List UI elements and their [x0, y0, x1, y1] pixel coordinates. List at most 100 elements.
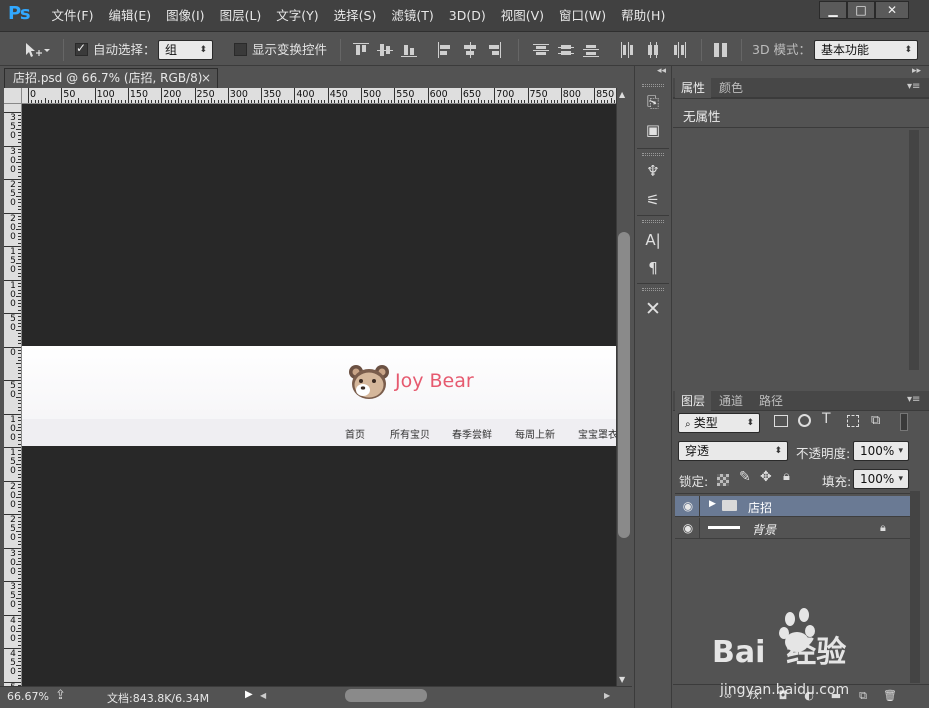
filter-toggle[interactable] — [900, 413, 908, 431]
scroll-down-icon[interactable]: ▼ — [619, 675, 625, 684]
expand-group-icon[interactable]: ▶ — [709, 499, 716, 509]
history-icon[interactable]: ⎘ — [642, 91, 664, 113]
align-hcenter-icon[interactable] — [462, 42, 478, 58]
menu-layer[interactable]: 图层(L) — [212, 0, 269, 32]
character-icon[interactable]: A| — [642, 229, 664, 251]
visibility-eye-icon[interactable]: ◉ — [681, 499, 695, 513]
ruler-tick — [427, 88, 429, 103]
menu-type[interactable]: 文字(Y) — [269, 0, 326, 32]
collapse-icon[interactable]: ◂◂ — [657, 66, 666, 76]
ruler-label: 0 — [30, 89, 37, 100]
align-top-icon[interactable] — [353, 42, 369, 58]
fill-label: 填充: — [822, 474, 852, 489]
layers-menu-icon[interactable]: ▾≡ — [907, 394, 920, 405]
vertical-scroll-thumb[interactable] — [618, 232, 630, 538]
lock-transparency-icon[interactable] — [717, 474, 729, 486]
document-tab[interactable]: 店招.psd @ 66.7% (店招, RGB/8) × — [4, 68, 218, 88]
distribute-right-icon[interactable] — [671, 42, 687, 58]
layer-row-background[interactable]: ◉ 背景 🔒︎ — [675, 518, 910, 539]
scroll-left-icon[interactable]: ◀ — [260, 691, 266, 700]
horizontal-scroll-thumb[interactable] — [345, 689, 427, 702]
visibility-eye-icon[interactable]: ◉ — [681, 521, 695, 535]
options-separator — [741, 39, 742, 61]
distribute-left-icon[interactable] — [619, 42, 635, 58]
menu-file[interactable]: 文件(F) — [44, 0, 101, 32]
lock-label: 锁定: — [679, 474, 709, 489]
maximize-button[interactable]: □ — [847, 1, 875, 19]
title-bar: Ps 文件(F) 编辑(E) 图像(I) 图层(L) 文字(Y) 选择(S) 滤… — [0, 0, 929, 32]
auto-select-checkbox[interactable] — [75, 41, 88, 56]
layer-row-group[interactable]: ◉ ▶ 店招 — [675, 496, 910, 517]
fill-input[interactable]: 100% ▾ — [853, 469, 909, 489]
expand-icon[interactable]: ▸▸ — [912, 66, 921, 76]
menu-image[interactable]: 图像(I) — [159, 0, 212, 32]
ruler-label: 350 — [10, 113, 16, 141]
tab-paths[interactable]: 路径 — [753, 391, 789, 411]
lock-position-icon[interactable]: ✥ — [760, 469, 772, 485]
horizontal-ruler[interactable]: 0 50 100 150 200 250 300 350 400 450 500 550 600 650 7… — [4, 88, 616, 104]
opacity-input[interactable]: 100% ▾ — [853, 441, 909, 461]
ruler-label: 300 — [10, 548, 16, 577]
status-menu-arrow-icon[interactable]: ▶ — [245, 689, 253, 700]
brush-settings-icon[interactable]: ⚟ — [642, 189, 664, 211]
distribute-top-icon[interactable] — [533, 42, 549, 58]
close-tab-icon[interactable]: × — [201, 69, 211, 88]
show-transform-checkbox[interactable] — [234, 43, 247, 56]
tab-channels[interactable]: 通道 — [713, 391, 749, 411]
filter-type-icon[interactable]: T — [822, 411, 831, 427]
panel-grip[interactable] — [642, 84, 664, 87]
panel-grip[interactable] — [642, 220, 664, 223]
tab-color[interactable]: 颜色 — [713, 78, 749, 98]
filter-adjustment-icon[interactable] — [798, 414, 811, 427]
actions-icon[interactable]: ▣ — [642, 119, 664, 141]
lock-all-icon[interactable]: 🔒︎ — [783, 469, 790, 484]
menu-help[interactable]: 帮助(H) — [614, 0, 673, 32]
distribute-hcenter-icon[interactable] — [645, 42, 661, 58]
export-icon[interactable]: ⇪ — [55, 688, 66, 703]
menu-view[interactable]: 视图(V) — [493, 0, 551, 32]
panel-grip[interactable] — [642, 153, 664, 156]
menu-edit[interactable]: 编辑(E) — [101, 0, 159, 32]
align-vcenter-icon[interactable] — [377, 42, 393, 58]
ruler-origin[interactable] — [4, 88, 22, 104]
blend-mode-dropdown[interactable]: 穿透 ⬍ — [678, 441, 788, 461]
distribute-bottom-icon[interactable] — [583, 42, 599, 58]
tool-presets-icon[interactable]: ✕ — [642, 298, 664, 320]
zoom-level[interactable]: 66.67% — [7, 690, 49, 703]
minimize-button[interactable]: ▁ — [819, 1, 847, 19]
scroll-up-icon[interactable]: ▲ — [619, 90, 625, 99]
lock-brush-icon[interactable]: ✎ — [739, 469, 751, 485]
properties-scrollbar[interactable] — [909, 130, 919, 370]
auto-align-icon[interactable] — [713, 42, 729, 58]
layer-filter-dropdown[interactable]: ⌕ 类型 ⬍ — [678, 413, 760, 433]
tab-properties[interactable]: 属性 — [675, 78, 712, 98]
move-tool-preset[interactable] — [10, 41, 50, 59]
menu-3d[interactable]: 3D(D) — [441, 0, 493, 32]
distribute-vcenter-icon[interactable] — [558, 42, 574, 58]
options-separator — [518, 39, 519, 61]
ruler-tick — [527, 88, 529, 103]
paragraph-icon[interactable]: ¶ — [642, 257, 664, 279]
ruler-label: 100 — [10, 414, 16, 443]
menu-window[interactable]: 窗口(W) — [552, 0, 614, 32]
workspace-dropdown[interactable]: 基本功能 ⬍ — [814, 40, 918, 60]
panel-menu-icon[interactable]: ▾≡ — [907, 81, 920, 92]
filter-shape-icon[interactable] — [847, 415, 859, 427]
banner-nav-bar: 首页 所有宝贝 春季尝鲜 每周上新 宝宝罩衣 — [22, 419, 618, 446]
align-bottom-icon[interactable] — [401, 42, 417, 58]
scroll-right-icon[interactable]: ▶ — [604, 691, 610, 700]
filter-smart-object-icon[interactable]: ⧉ — [871, 413, 880, 428]
panel-grip[interactable] — [642, 288, 664, 291]
align-left-icon[interactable] — [437, 42, 453, 58]
ruler-label: 200 — [10, 213, 16, 242]
show-transform-label: 显示变换控件 — [252, 42, 328, 57]
tab-layers[interactable]: 图层 — [675, 391, 712, 411]
menu-select[interactable]: 选择(S) — [326, 0, 384, 32]
align-right-icon[interactable] — [486, 42, 502, 58]
filter-pixel-icon[interactable] — [774, 415, 788, 427]
menu-filter[interactable]: 滤镜(T) — [384, 0, 441, 32]
auto-select-dropdown[interactable]: 组 ⬍ — [158, 40, 213, 60]
vertical-ruler[interactable]: 350 300 250 200 150 100 50 0 50 100 150 200 250 300 35… — [4, 104, 22, 686]
close-window-button[interactable]: ✕ — [875, 1, 909, 19]
brush-presets-icon[interactable]: ♆ — [642, 160, 664, 182]
